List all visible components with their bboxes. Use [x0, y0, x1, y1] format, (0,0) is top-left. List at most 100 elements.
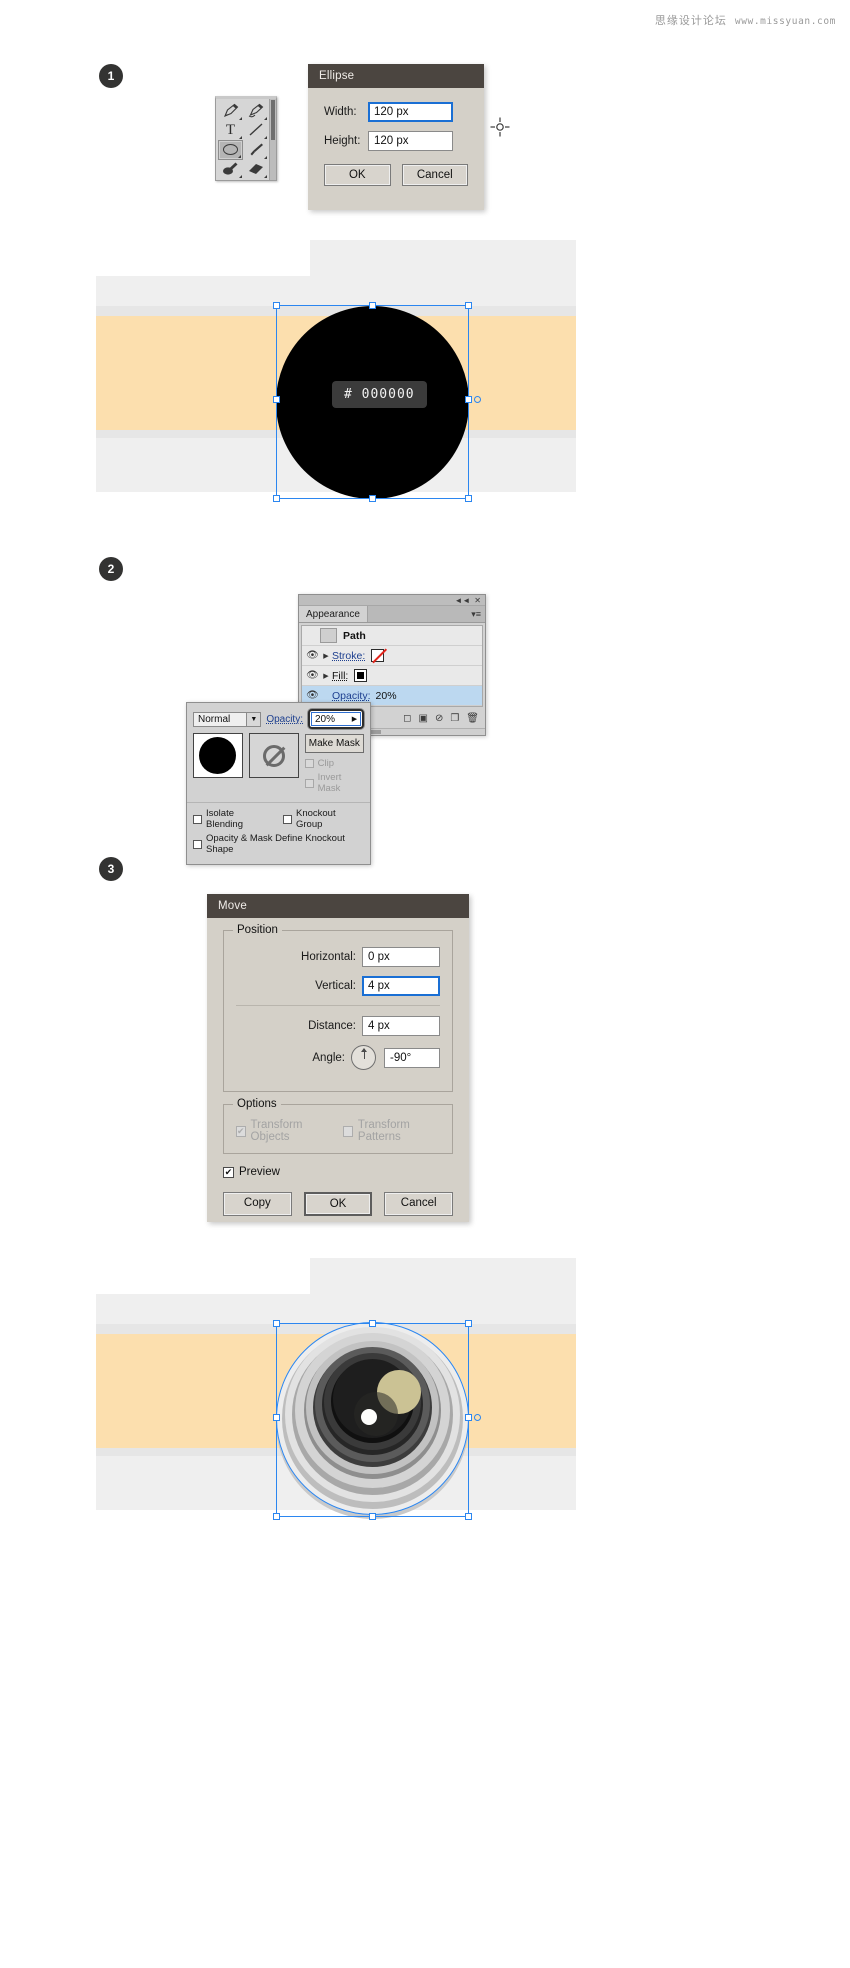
copy-button[interactable]: Copy	[223, 1192, 292, 1216]
blend-mode-select[interactable]: Normal ▼	[193, 711, 262, 727]
close-icon[interactable]: ✕	[474, 596, 481, 605]
watermark-url: www.missyuan.com	[734, 16, 836, 27]
distance-label: Distance:	[308, 1020, 356, 1032]
selection-handle-bl[interactable]	[273, 495, 280, 502]
ellipse-tool[interactable]	[218, 140, 243, 160]
preview-checkbox[interactable]: ✔	[223, 1166, 234, 1178]
isolate-blending-checkbox[interactable]	[193, 814, 202, 824]
visibility-eye-icon[interactable]: 👁	[305, 650, 320, 661]
transparency-top-row: Normal ▼ Opacity: 20% ▶	[187, 703, 370, 733]
move-ok-button[interactable]: OK	[303, 1192, 373, 1216]
type-tool[interactable]: T	[218, 121, 243, 141]
eraser-tool[interactable]	[243, 160, 268, 180]
tool-panel-scroll-thumb[interactable]	[271, 100, 275, 140]
selection-handle-tl[interactable]	[273, 302, 280, 309]
knockout-shape-checkbox[interactable]	[193, 839, 202, 849]
group-divider	[236, 1005, 440, 1006]
opacity-stepper-icon[interactable]: ▶	[349, 715, 360, 723]
line-segment-tool[interactable]	[243, 121, 268, 141]
appearance-stroke-label[interactable]: Stroke:	[332, 650, 365, 662]
chevron-right-icon[interactable]: ▶	[320, 652, 332, 660]
ellipse-ok-button[interactable]: OK	[324, 164, 391, 186]
fill-swatch-black[interactable]	[354, 669, 368, 682]
angle-dial[interactable]	[351, 1045, 376, 1070]
new-stroke-icon[interactable]: ◻	[403, 713, 411, 724]
clear-appearance-icon[interactable]: ⊘	[435, 713, 443, 724]
vertical-input[interactable]: 4 px	[362, 976, 440, 996]
selection-handle-bc[interactable]	[369, 1513, 376, 1520]
paintbrush-icon	[250, 143, 263, 156]
pen-tool[interactable]	[218, 101, 243, 121]
transparency-options: Isolate Blending Knockout Group Opacity …	[187, 802, 370, 864]
appearance-row-path[interactable]: Path	[302, 626, 482, 646]
selection-handle-tc[interactable]	[369, 1320, 376, 1327]
position-legend: Position	[233, 924, 282, 936]
paintbrush-tool[interactable]	[243, 140, 268, 160]
distance-input[interactable]: 4 px	[362, 1016, 440, 1036]
opacity-input[interactable]: 20% ▶	[311, 712, 361, 726]
selection-handle-mr[interactable]	[465, 396, 472, 403]
delete-item-icon[interactable]: 🗑	[466, 713, 479, 724]
selection-handle-ml[interactable]	[273, 1414, 280, 1421]
selection-handle-tc[interactable]	[369, 302, 376, 309]
ellipse-height-input[interactable]: 120 px	[368, 131, 453, 151]
angle-input[interactable]: -90°	[384, 1047, 440, 1068]
chevron-down-icon: ▼	[246, 712, 261, 726]
ellipse-cancel-button[interactable]: Cancel	[401, 164, 468, 186]
chevron-right-icon[interactable]: ▶	[320, 672, 332, 680]
selection-handle-ml[interactable]	[273, 396, 280, 403]
selection-handle-bl[interactable]	[273, 1513, 280, 1520]
tool-flyout-marker	[239, 136, 242, 139]
visibility-eye-icon[interactable]: 👁	[305, 670, 320, 681]
ellipse-tool-icon	[223, 144, 238, 156]
selection-handle-tr[interactable]	[465, 1320, 472, 1327]
stroke-swatch-none[interactable]	[371, 649, 385, 662]
mask-thumbnail[interactable]	[248, 733, 299, 778]
appearance-row-stroke[interactable]: 👁 ▶ Stroke:	[302, 646, 482, 666]
visibility-eye-icon[interactable]: 👁	[305, 690, 320, 701]
collapse-icon[interactable]: ◄◄	[454, 596, 470, 605]
selection-handle-tr[interactable]	[465, 302, 472, 309]
selection-handle-mr[interactable]	[465, 1414, 472, 1421]
add-anchor-point-tool[interactable]	[243, 101, 268, 121]
appearance-opacity-label[interactable]: Opacity:	[332, 690, 371, 702]
move-dialog: Move Position Horizontal: 0 px Vertical:…	[207, 894, 469, 1222]
panel-menu-button[interactable]: ▾≡	[368, 606, 485, 622]
constrain-proportions-icon[interactable]	[489, 116, 511, 138]
preview-row[interactable]: ✔ Preview	[223, 1166, 453, 1178]
angle-dial-pointer-icon	[360, 1048, 367, 1052]
object-thumbnail[interactable]	[193, 733, 243, 778]
options-group: Options ✔ Transform Objects Transform Pa…	[223, 1098, 453, 1154]
invert-mask-checkbox-row: Invert Mask	[304, 772, 364, 794]
knockout-group-row[interactable]: Knockout Group	[282, 808, 364, 830]
add-new-fill-icon[interactable]: ▣	[418, 713, 427, 724]
transparency-opacity-label[interactable]: Opacity:	[266, 714, 303, 725]
horizontal-input[interactable]: 0 px	[362, 947, 440, 967]
knockout-group-checkbox[interactable]	[282, 814, 292, 824]
eraser-icon	[248, 164, 263, 175]
isolate-blending-row[interactable]: Isolate Blending	[193, 808, 273, 830]
tab-appearance[interactable]: Appearance	[299, 606, 368, 622]
make-mask-button[interactable]: Make Mask	[304, 734, 365, 753]
tool-flyout-marker	[238, 154, 241, 158]
appearance-row-fill[interactable]: 👁 ▶ Fill:	[302, 666, 482, 686]
appearance-fill-label[interactable]: Fill:	[332, 670, 348, 682]
blob-brush-tool[interactable]	[218, 160, 243, 180]
selection-handle-bc[interactable]	[369, 495, 376, 502]
illustrator-tool-panel[interactable]: T	[215, 96, 277, 181]
move-cancel-button[interactable]: Cancel	[384, 1192, 453, 1216]
selection-handle-br[interactable]	[465, 495, 472, 502]
mask-controls: Make Mask Clip Invert Mask	[304, 733, 365, 797]
ellipse-width-input[interactable]: 120 px	[368, 102, 453, 122]
duplicate-item-icon[interactable]: ❐	[450, 713, 459, 724]
selection-handle-br[interactable]	[465, 1513, 472, 1520]
watermark-chinese-text: 思缘设计论坛	[654, 14, 727, 27]
panel-collapse-bar[interactable]: ◄◄ ✕	[299, 595, 485, 606]
knockout-shape-row[interactable]: Opacity & Mask Define Knockout Shape	[193, 833, 364, 855]
tool-panel-scrollbar[interactable]	[269, 99, 276, 180]
selection-handle-tl[interactable]	[273, 1320, 280, 1327]
ellipse-dialog-buttons: OK Cancel	[324, 164, 468, 186]
transform-objects-label: Transform Objects	[250, 1119, 303, 1143]
opacity-field-highlight: 20% ▶	[308, 709, 364, 729]
appearance-opacity-value[interactable]: 20%	[376, 690, 397, 702]
